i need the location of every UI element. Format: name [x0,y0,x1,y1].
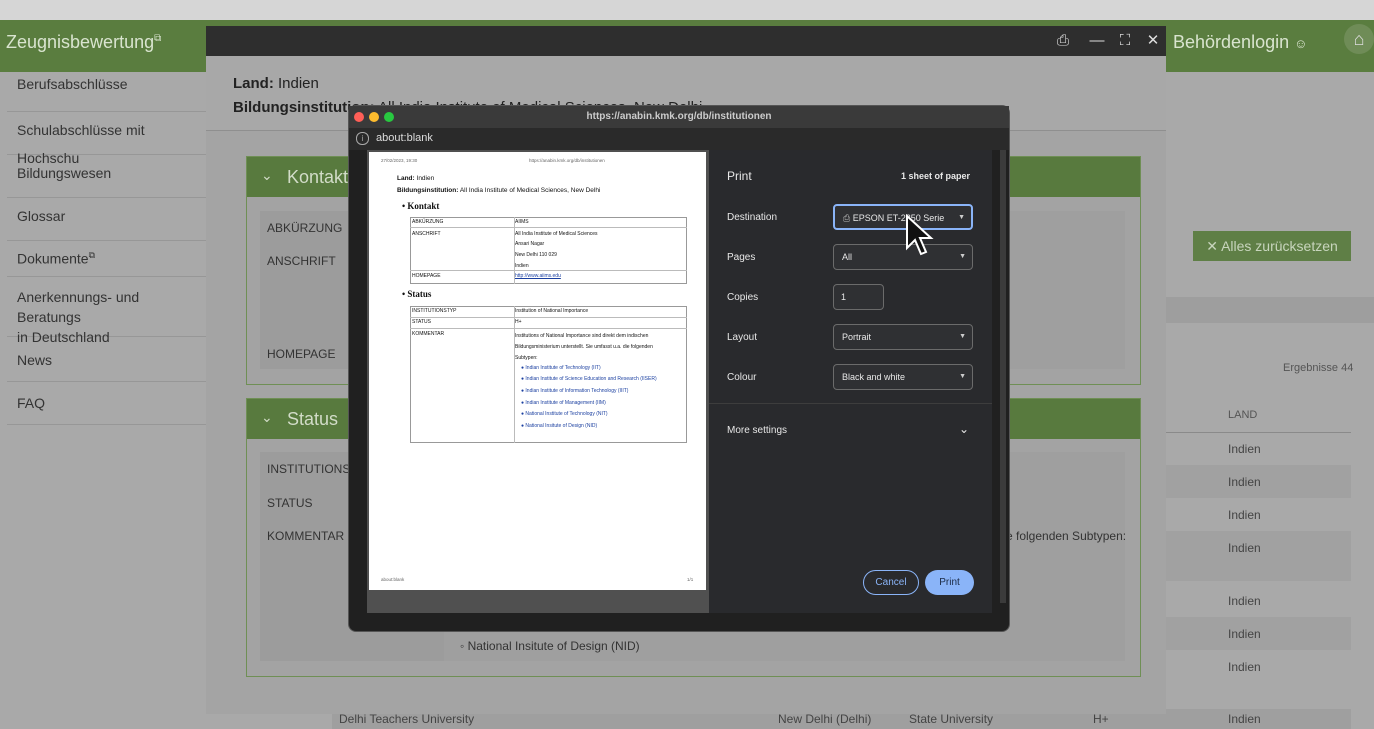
destination-select[interactable]: ⎙ EPSON ET-2850 Serie ▼ [833,204,973,230]
more-settings-label: More settings [727,425,788,436]
preview-subtype: ● Indian Institute of Information Techno… [521,388,629,394]
cancel-button[interactable]: Cancel [863,570,919,595]
nid-bullet: ◦ National Insitute of Design (NID) [460,639,640,653]
home-icon[interactable]: ⌂ [1344,24,1374,54]
preview-land: Land: Indien [397,175,435,182]
copies-label: Copies [727,292,759,303]
label-homepage: HOMEPAGE [267,347,336,361]
colour-label: Colour [727,372,757,383]
chevron-down-icon: ⌄ [261,409,273,425]
authority-login-link[interactable]: Behördenlogin ☺ [1173,32,1307,53]
popup-url: https://anabin.kmk.org/db/institutionen [586,111,772,122]
preview-subtype: ● National Insitute of Design (NID) [521,423,598,429]
preview-subtype: ● Indian Institute of Management (IIM) [521,400,606,406]
chevron-down-icon: ⌄ [261,167,273,183]
sidebar-item-anerkennung[interactable]: Anerkennungs- und Beratungs in Deutschlan… [7,277,206,345]
table-divider [1166,432,1351,433]
settings-divider [709,403,992,404]
sidebar-item-dokumente[interactable]: Dokumente⧉ [7,241,206,277]
close-icon[interactable]: ✕ [1139,26,1167,56]
preview-status-heading: • Status [402,289,432,299]
table-cell-land: Indien [1228,475,1261,489]
print-icon[interactable]: ⎙ [1049,26,1077,56]
sidebar-item-news[interactable]: News [7,337,206,382]
modal-titlebar [206,26,1166,56]
mouse-cursor-icon [906,214,934,256]
preview-page: 27/02/2023, 19:30 https://anabin.kmk.org… [369,152,706,590]
table-cell-land: Indien [1228,541,1261,555]
colour-select[interactable]: Black and white ▼ [833,364,973,390]
sidebar-item-bildungswesen[interactable]: Bildungswesen [7,155,206,198]
column-header-land[interactable]: LAND [1228,409,1257,421]
layout-select[interactable]: Portrait ▼ [833,324,973,350]
external-link-icon: ⧉ [88,250,96,260]
address-text: about:blank [376,132,433,144]
print-button[interactable]: Print [925,570,974,595]
browser-top-strip [0,0,1374,20]
table-cell-land: Indien [1228,508,1261,522]
table-row-stripe [1166,531,1351,581]
layout-label: Layout [727,332,758,343]
land-line: Land: Indien [233,75,319,92]
destination-label: Destination [727,212,778,223]
sidebar-item-berufsabschluesse[interactable]: Berufsabschlüsse [7,72,206,112]
preview-subtype: ● National Institute of Technology (NIT) [521,411,608,417]
preview-footer-left: about:blank [381,577,405,582]
table-cell-land: Indien [1228,627,1261,641]
address-bar[interactable] [349,128,1009,150]
label-kommentar: KOMMENTAR [267,529,345,543]
preview-subtype: ● Indian Institute of Science Education … [521,376,657,382]
scrollbar[interactable] [1000,150,1006,603]
sidebar-item-faq[interactable]: FAQ [7,382,206,425]
user-icon: ☺ [1294,36,1308,51]
pages-label: Pages [727,252,756,263]
preview-institution: Bildungsinstitution: All India Institute… [397,187,601,194]
sidebar-item-glossar[interactable]: Glossar [7,198,206,241]
preview-header-url: https://anabin.kmk.org/db/institutionen [529,158,605,163]
sheet-count: 1 sheet of paper [901,171,971,181]
site-logo[interactable]: Zeugnisbewertung⧉ [6,32,161,53]
table-cell-land: Indien [1228,660,1261,674]
label-status: STATUS [267,496,313,510]
reset-all-button[interactable]: ✕ Alles zurücksetzen [1193,231,1351,261]
table-cell-land: Indien [1228,442,1261,456]
minimize-icon[interactable]: — [1083,26,1111,56]
preview-footer-page: 1/1 [687,577,694,582]
status-title: Status [287,409,339,429]
maximize-icon[interactable]: ⛶ [1111,26,1139,56]
preview-subtype: ● Indian Institute of Technology (IIT) [521,365,601,371]
preview-homepage-link: http://www.aiims.edu [515,273,561,279]
info-icon[interactable]: i [356,132,369,145]
label-anschrift: ANSCHRIFT [267,254,336,268]
preview-kontakt-heading: • Kontakt [402,201,440,211]
filter-strip [1166,297,1374,323]
label-abkuerzung: ABKÜRZUNG [267,221,343,235]
kontakt-title: Kontakt [287,167,349,187]
chevron-down-icon: ⌄ [959,422,970,436]
preview-timestamp: 27/02/2023, 19:30 [381,158,418,163]
pages-select[interactable]: All ▼ [833,244,973,270]
more-settings-toggle[interactable]: More settings ⌄ [709,416,992,444]
printer-icon: ⎙ [843,213,851,223]
copies-input[interactable]: 1 [833,284,884,310]
table-cell-land: Indien [1228,594,1261,608]
subtypes-text-fragment: e folgenden Subtypen: [1006,529,1127,543]
results-count: Ergebnisse 44 [1283,362,1354,374]
sidebar-item-schulabschluesse[interactable]: Schulabschlüsse mit Hochschu [7,112,206,166]
print-title: Print [727,169,752,183]
